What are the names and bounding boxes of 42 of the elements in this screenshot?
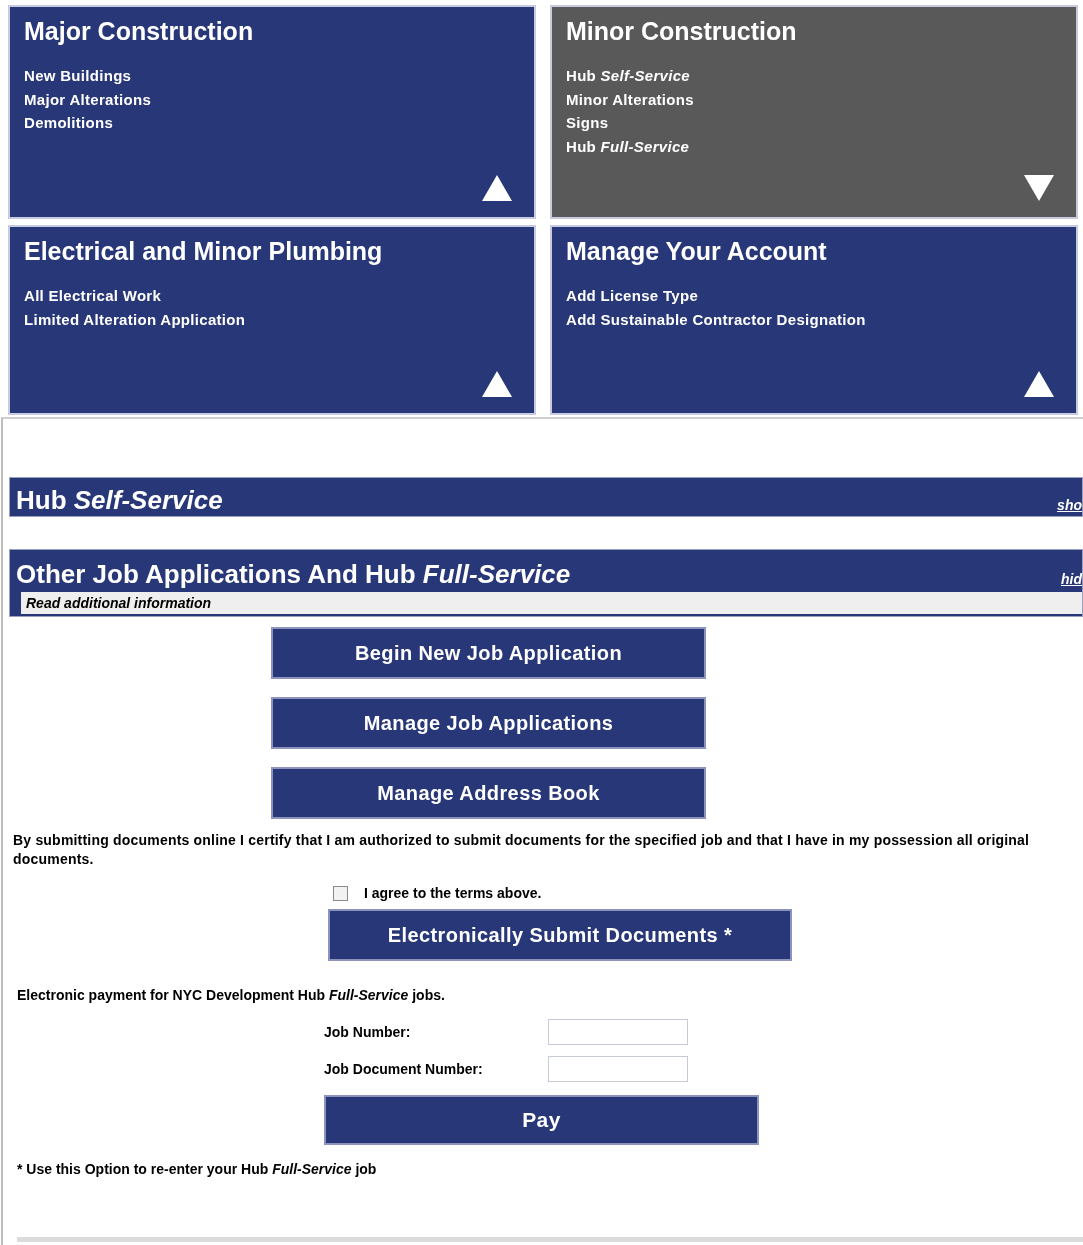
menu-link[interactable]: Demolitions (24, 111, 520, 135)
menu-link[interactable]: Signs (566, 111, 1062, 135)
agree-checkbox[interactable] (333, 885, 348, 901)
tile-title: Electrical and Minor Plumbing (24, 237, 384, 266)
pay-button[interactable]: Pay (324, 1095, 759, 1145)
action-button[interactable]: Begin New Job Application (271, 627, 706, 679)
menu-link[interactable]: Add Sustainable Contractor Designation (566, 307, 1062, 331)
menu-link[interactable]: Minor Alterations (566, 87, 1062, 111)
field-label: Job Number: (324, 1023, 412, 1040)
toggle-link[interactable]: hid (1061, 571, 1082, 587)
menu-link[interactable]: New Buildings (24, 64, 520, 88)
up-triangle-icon (482, 371, 512, 397)
submit-button[interactable]: Electronically Submit Documents * (328, 909, 792, 961)
input-field[interactable] (548, 1055, 688, 1082)
menu-link[interactable]: All Electrical Work (24, 284, 520, 308)
up-triangle-icon (1024, 371, 1054, 397)
menu-link[interactable]: Add License Type (566, 284, 1062, 308)
field-label: Job Document Number: (324, 1060, 484, 1077)
section-title: Hub Self-Service (16, 485, 223, 516)
menu-link[interactable]: Hub Full-Service (566, 134, 1062, 158)
agree-label: I agree to the terms above. (364, 885, 542, 901)
info-link[interactable]: Read additional information (21, 592, 1082, 614)
up-triangle-icon (482, 175, 512, 201)
menu-link[interactable]: Hub Self-Service (566, 64, 1062, 88)
menu-tile[interactable]: Electrical and Minor Plumbing All Electrical Work Limited Alteration Application (8, 225, 536, 415)
toggle-link[interactable]: sho (1057, 497, 1082, 513)
menu-tile[interactable]: Manage Your Account Add License Type Add Sustainable Contractor Designation (550, 225, 1078, 415)
action-button[interactable]: Manage Job Applications (271, 697, 706, 749)
certification-text: By submitting documents online I certify that I am authorized to submit documents for the specified job and that I have in my possession all original documents. (13, 831, 1031, 869)
input-field[interactable] (548, 1018, 688, 1045)
menu-link[interactable]: Major Alterations (24, 87, 520, 111)
tile-title: Manage Your Account (566, 237, 828, 266)
tile-title: Major Construction (24, 17, 255, 46)
footnote-text: * Use this Option to re-enter your Hub Full-Service job (17, 1161, 378, 1177)
tile-title: Minor Construction (566, 17, 798, 46)
menu-tile[interactable]: Major Construction New Buildings Major Alterations Demolitions (8, 5, 536, 219)
menu-tile[interactable]: Minor Construction Hub Self-Service Minor Alterations Signs Hub Full-Service (550, 5, 1078, 219)
down-triangle-icon (1024, 175, 1054, 201)
action-button[interactable]: Manage Address Book (271, 767, 706, 819)
menu-link[interactable]: Limited Alteration Application (24, 307, 520, 331)
section-title: Other Job Applications And Hub Full-Service (16, 559, 571, 590)
payment-text: Electronic payment for NYC Development Hub Full-Service jobs. (17, 987, 446, 1003)
